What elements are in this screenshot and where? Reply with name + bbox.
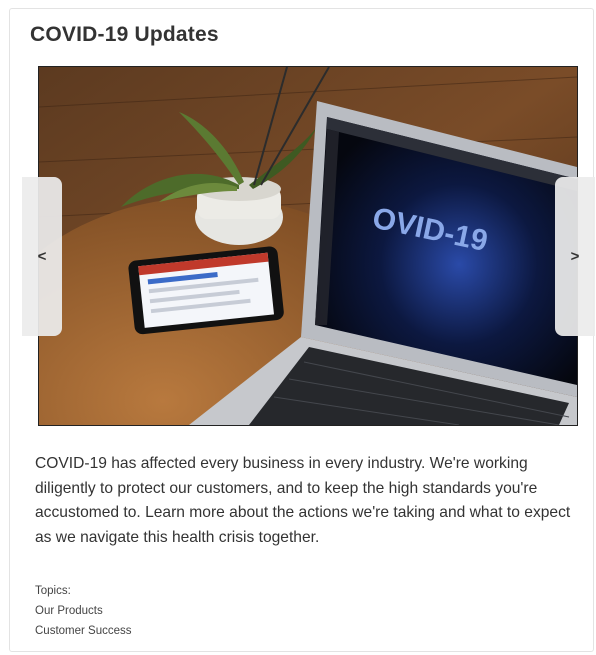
laptop-phone-plant-photo: OVID-19 xyxy=(39,67,577,425)
topics-section: Topics: Our Products Customer Success xyxy=(35,581,132,641)
topics-label: Topics: xyxy=(35,585,71,597)
chevron-right-icon: > xyxy=(570,248,580,265)
topic-link-customer-success[interactable]: Customer Success xyxy=(35,621,132,641)
carousel-slide-image: OVID-19 xyxy=(38,66,578,426)
card-title: COVID-19 Updates xyxy=(30,23,219,46)
carousel-next-button[interactable]: > xyxy=(555,177,595,336)
topic-link-our-products[interactable]: Our Products xyxy=(35,601,132,621)
covid-updates-card: COVID-19 Updates OVID-19 < > COVID-19 ha… xyxy=(9,8,595,652)
card-description: COVID-19 has affected every business in … xyxy=(35,455,571,546)
carousel-prev-button[interactable]: < xyxy=(22,177,62,336)
chevron-left-icon: < xyxy=(37,248,47,265)
